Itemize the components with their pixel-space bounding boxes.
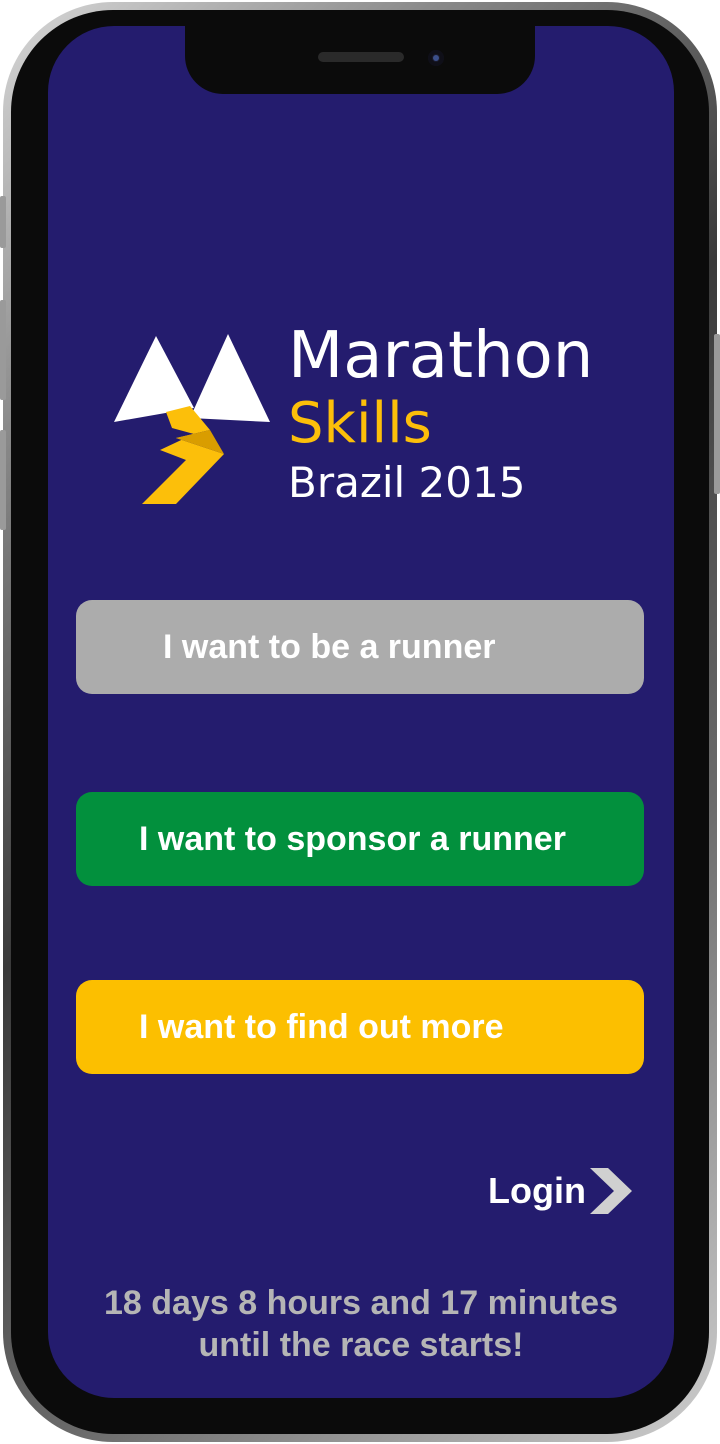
silent-switch — [0, 196, 6, 248]
login-link[interactable]: Login — [488, 1166, 632, 1216]
logo-subtitle: Skills — [288, 391, 432, 456]
logo-wordmark: Marathon Skills Brazil 2015 — [288, 324, 593, 510]
find-out-more-button-label: I want to find out more — [139, 1007, 504, 1046]
login-label: Login — [488, 1170, 586, 1211]
logo-title: Marathon — [288, 319, 594, 393]
find-out-more-button[interactable]: I want to find out more — [76, 980, 644, 1074]
volume-down-button — [0, 430, 6, 530]
chevron-right-icon — [589, 1168, 632, 1214]
race-countdown: 18 days 8 hours and 17 minutes until the… — [48, 1282, 674, 1366]
be-runner-button-label: I want to be a runner — [163, 627, 496, 666]
logo-event: Brazil 2015 — [288, 458, 526, 507]
sponsor-runner-button-label: I want to sponsor a runner — [139, 819, 566, 858]
sponsor-runner-button[interactable]: I want to sponsor a runner — [76, 792, 644, 886]
volume-up-button — [0, 300, 6, 400]
be-runner-button[interactable]: I want to be a runner — [76, 600, 644, 694]
countdown-caption: until the race starts! — [198, 1326, 524, 1364]
speaker-grille — [318, 52, 404, 62]
front-camera — [428, 50, 444, 66]
power-button — [714, 334, 720, 494]
marathon-skills-mountains-logo-icon — [114, 332, 274, 508]
countdown-time: 18 days 8 hours and 17 minutes — [104, 1284, 618, 1322]
